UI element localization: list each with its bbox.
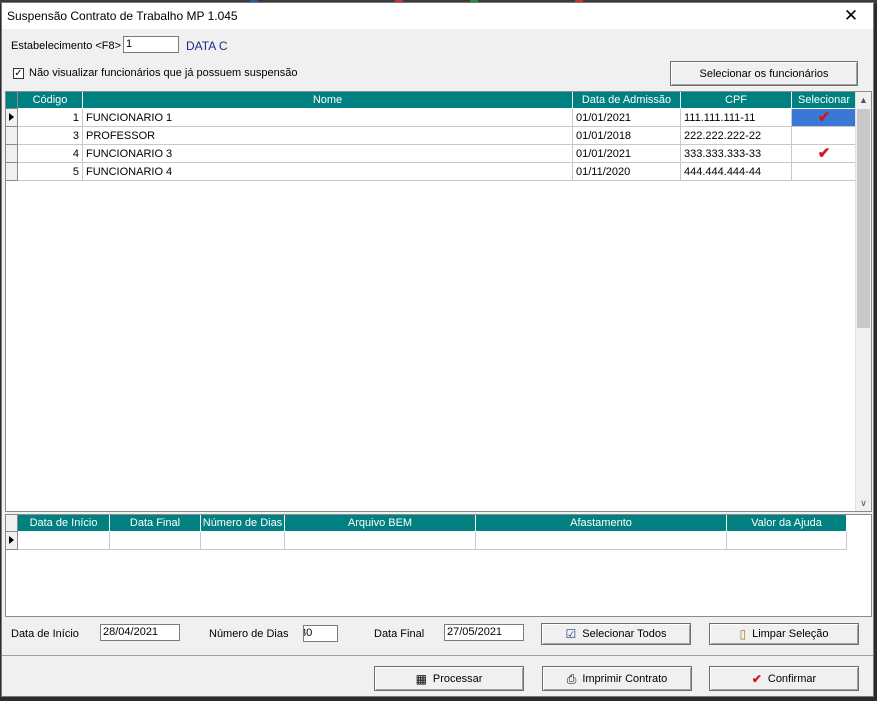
cell-numero-dias[interactable] <box>201 532 285 550</box>
close-button[interactable]: ✕ <box>829 3 873 29</box>
cell-cpf[interactable]: 444.444.444-44 <box>681 163 792 181</box>
cell-cpf[interactable]: 222.222.222-22 <box>681 127 792 145</box>
select-employees-button[interactable]: Selecionar os funcionários <box>670 61 858 86</box>
cell-codigo[interactable]: 5 <box>18 163 83 181</box>
cell-arquivo-bem[interactable] <box>285 532 476 550</box>
cell-admissao[interactable]: 01/01/2018 <box>573 127 681 145</box>
clear-selection-label: Limpar Seleção <box>752 628 829 640</box>
cell-admissao[interactable]: 01/01/2021 <box>573 145 681 163</box>
cell-selecionar[interactable]: ✔ <box>792 145 857 163</box>
dialog-window: Suspensão Contrato de Trabalho MP 1.045 … <box>1 2 874 697</box>
select-all-button[interactable]: ☑ Selecionar Todos <box>541 623 691 645</box>
confirm-label: Confirmar <box>767 672 817 685</box>
title-bar: Suspensão Contrato de Trabalho MP 1.045 … <box>2 3 873 29</box>
column-header-afastamento[interactable]: Afastamento <box>476 515 727 532</box>
estabelecimento-input[interactable]: 1 <box>123 36 179 53</box>
hide-suspended-label: Não visualizar funcionários que já possu… <box>29 67 298 79</box>
row-indicator[interactable] <box>6 532 18 550</box>
cell-cpf[interactable]: 111.111.111-11 <box>681 109 792 127</box>
data-inicio-input[interactable]: 28/04/2021 <box>100 624 180 641</box>
printer-icon: ⎙ <box>566 671 577 686</box>
column-header-selecionar[interactable]: Selecionar <box>792 92 857 109</box>
cell-nome[interactable]: FUNCIONARIO 4 <box>83 163 573 181</box>
column-header-valor-ajuda[interactable]: Valor da Ajuda <box>727 515 847 532</box>
scroll-up-icon[interactable]: ▲ <box>856 92 871 108</box>
grid-corner <box>6 92 18 109</box>
row-indicator[interactable] <box>6 127 18 145</box>
window-title: Suspensão Contrato de Trabalho MP 1.045 <box>7 9 238 23</box>
cell-selecionar[interactable] <box>792 127 857 145</box>
close-icon: ✕ <box>843 6 859 25</box>
column-header-cpf[interactable]: CPF <box>681 92 792 109</box>
data-final-label: Data Final <box>374 628 425 640</box>
check-icon: ✔ <box>817 109 831 126</box>
cell-data-inicio[interactable] <box>18 532 110 550</box>
list-check-icon: ☑ <box>565 627 577 641</box>
print-contract-button[interactable]: ⎙ Imprimir Contrato <box>542 666 692 691</box>
estabelecimento-label: Estabelecimento <F8> <box>11 40 122 52</box>
column-header-codigo[interactable]: Código <box>18 92 83 109</box>
employees-grid: Código Nome Data de Admissão CPF Selecio… <box>5 91 872 512</box>
numero-dias-input[interactable]: 30 <box>303 625 338 642</box>
process-icon: ▦ <box>415 671 427 686</box>
process-label: Processar <box>432 672 483 685</box>
periods-grid: Data de Início Data Final Número de Dias… <box>5 514 872 617</box>
estabelecimento-name: DATA C <box>186 39 228 53</box>
vertical-scrollbar[interactable]: ▲ ∨ <box>855 92 871 511</box>
row-indicator[interactable] <box>6 163 18 181</box>
cell-valor-ajuda[interactable] <box>727 532 847 550</box>
cell-nome[interactable]: FUNCIONARIO 1 <box>83 109 573 127</box>
column-header-data-final[interactable]: Data Final <box>110 515 201 532</box>
cell-nome[interactable]: FUNCIONARIO 3 <box>83 145 573 163</box>
cell-nome[interactable]: PROFESSOR <box>83 127 573 145</box>
clear-selection-button[interactable]: ▯ Limpar Seleção <box>709 623 859 645</box>
check-icon: ✔ <box>817 145 831 162</box>
column-header-arquivo-bem[interactable]: Arquivo BEM <box>285 515 476 532</box>
cell-admissao[interactable]: 01/01/2021 <box>573 109 681 127</box>
scroll-down-icon[interactable]: ∨ <box>856 495 871 511</box>
print-contract-label: Imprimir Contrato <box>582 672 668 685</box>
cell-cpf[interactable]: 333.333.333-33 <box>681 145 792 163</box>
numero-dias-label: Número de Dias <box>209 628 289 640</box>
process-button[interactable]: ▦ Processar <box>374 666 524 691</box>
blank-page-icon: ▯ <box>739 627 747 641</box>
cell-admissao[interactable]: 01/11/2020 <box>573 163 681 181</box>
grid-corner <box>6 515 18 532</box>
select-employees-label: Selecionar os funcionários <box>699 67 829 80</box>
column-header-nome[interactable]: Nome <box>83 92 573 109</box>
divider <box>2 655 873 656</box>
cell-selecionar[interactable] <box>792 163 857 181</box>
row-indicator[interactable] <box>6 109 18 127</box>
checkmark-icon: ✔ <box>751 671 762 686</box>
checkmark-icon: ✓ <box>14 68 23 79</box>
row-indicator[interactable] <box>6 145 18 163</box>
hide-suspended-checkbox[interactable]: ✓ <box>13 68 24 79</box>
confirm-button[interactable]: ✔ Confirmar <box>709 666 859 691</box>
data-inicio-label: Data de Início <box>11 628 79 640</box>
column-header-data-inicio[interactable]: Data de Início <box>18 515 110 532</box>
cell-afastamento[interactable] <box>476 532 727 550</box>
cell-codigo[interactable]: 4 <box>18 145 83 163</box>
cell-data-final[interactable] <box>110 532 201 550</box>
column-header-numero-dias[interactable]: Número de Dias <box>201 515 285 532</box>
cell-selecionar[interactable]: ✔ <box>792 109 857 127</box>
select-all-label: Selecionar Todos <box>582 628 667 640</box>
column-header-admissao[interactable]: Data de Admissão <box>573 92 681 109</box>
data-final-input[interactable]: 27/05/2021 <box>444 624 524 641</box>
cell-codigo[interactable]: 3 <box>18 127 83 145</box>
cell-codigo[interactable]: 1 <box>18 109 83 127</box>
scroll-thumb[interactable] <box>857 109 870 328</box>
